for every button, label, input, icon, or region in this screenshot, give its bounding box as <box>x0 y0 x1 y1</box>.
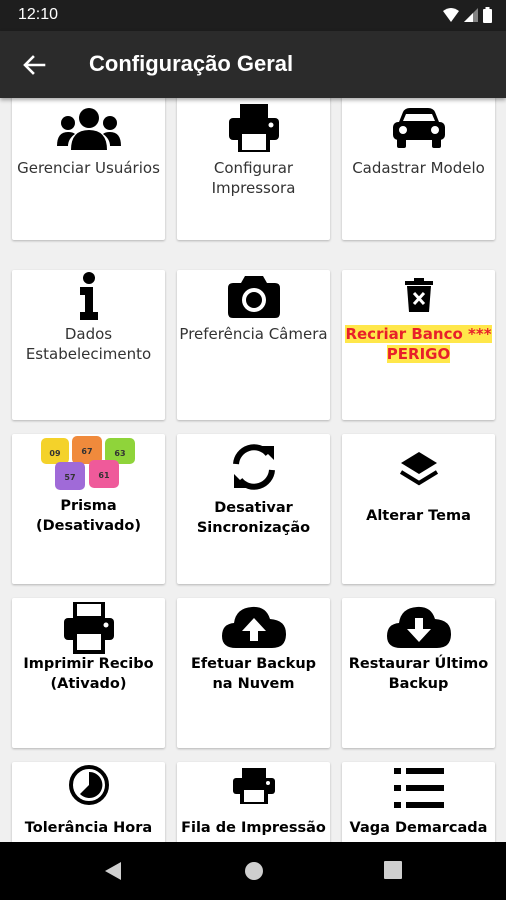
tile-marked-spot[interactable]: Vaga Demarcada <box>342 762 495 842</box>
battery-icon <box>483 7 492 23</box>
tile-change-theme[interactable]: Alterar Tema <box>342 434 495 584</box>
tile-label: Preferência Câmera <box>179 325 328 343</box>
receipt-printer-icon <box>12 602 165 654</box>
tile-label: Desativar Sincronização <box>196 500 311 536</box>
tile-label-danger: Recriar Banco *** PERIGO <box>344 324 493 364</box>
tile-configure-printer[interactable]: Configurar Impressora <box>177 98 330 240</box>
tile-label: Dados Estabelecimento <box>25 325 152 363</box>
printer-icon <box>177 104 330 152</box>
system-nav-bar <box>0 842 506 900</box>
settings-grid-scroll[interactable]: Gerenciar Usuários Configurar Impressora <box>0 98 506 842</box>
signal-icon <box>464 8 478 22</box>
nav-home-icon[interactable] <box>244 861 264 881</box>
tile-recreate-database[interactable]: Recriar Banco *** PERIGO <box>342 270 495 420</box>
tile-hour-tolerance[interactable]: Tolerância Hora <box>12 762 165 842</box>
cube-label: 09 <box>49 449 61 458</box>
tile-label: Tolerância Hora <box>24 820 153 836</box>
tile-establishment-data[interactable]: Dados Estabelecimento <box>12 270 165 420</box>
tile-prism[interactable]: 09 67 63 57 61 Prisma (Desativado) <box>12 434 165 584</box>
cube-label: 61 <box>98 471 110 480</box>
tile-label: Vaga Demarcada <box>349 820 488 836</box>
status-time: 12:10 <box>18 6 59 23</box>
tile-label: Efetuar Backup na Nuvem <box>190 656 317 692</box>
status-icons <box>443 7 492 23</box>
layers-icon <box>342 450 495 490</box>
tile-restore-backup[interactable]: Restaurar Último Backup <box>342 598 495 748</box>
trash-icon <box>342 278 495 312</box>
sync-icon <box>177 442 330 492</box>
nav-back-icon[interactable] <box>103 861 123 881</box>
danger-label-line1: Recriar Banco *** <box>345 325 492 343</box>
tile-label: Cadastrar Modelo <box>352 159 485 177</box>
cube-label: 63 <box>114 449 125 458</box>
tile-label: Prisma (Desativado) <box>35 498 142 534</box>
tile-manage-users[interactable]: Gerenciar Usuários <box>12 98 165 240</box>
clock-icon <box>12 764 165 806</box>
cube-label: 57 <box>64 473 75 482</box>
tile-cloud-backup[interactable]: Efetuar Backup na Nuvem <box>177 598 330 748</box>
users-icon <box>12 106 165 150</box>
tile-camera-preference[interactable]: Preferência Câmera <box>177 270 330 420</box>
camera-icon <box>177 276 330 318</box>
back-arrow-icon[interactable] <box>18 50 50 80</box>
list-icon <box>342 768 495 808</box>
status-bar: 12:10 <box>0 0 506 31</box>
tile-print-receipt[interactable]: Imprimir Recibo (Ativado) <box>12 598 165 748</box>
print-queue-icon <box>177 768 330 804</box>
tile-label: Imprimir Recibo (Ativado) <box>23 656 154 692</box>
page-title: Configuração Geral <box>89 51 294 76</box>
cloud-download-icon <box>342 604 495 648</box>
app-bar: Configuração Geral <box>0 31 506 98</box>
tile-label: Restaurar Último Backup <box>348 656 489 692</box>
tile-label: Gerenciar Usuários <box>17 159 160 177</box>
tile-disable-sync[interactable]: Desativar Sincronização <box>177 434 330 584</box>
tile-label: Configurar Impressora <box>211 159 296 197</box>
cube-label: 67 <box>81 447 92 456</box>
tile-register-model[interactable]: Cadastrar Modelo <box>342 98 495 240</box>
car-icon <box>342 108 495 148</box>
prism-cubes-icon: 09 67 63 57 61 <box>12 434 165 494</box>
nav-recents-icon[interactable] <box>384 861 402 879</box>
tile-label: Fila de Impressão <box>181 820 326 836</box>
info-icon <box>12 272 165 320</box>
tile-label: Alterar Tema <box>366 508 471 524</box>
cloud-upload-icon <box>177 604 330 648</box>
danger-label-line2: PERIGO <box>386 345 451 363</box>
tile-print-queue[interactable]: Fila de Impressão <box>177 762 330 842</box>
wifi-icon <box>443 8 459 22</box>
